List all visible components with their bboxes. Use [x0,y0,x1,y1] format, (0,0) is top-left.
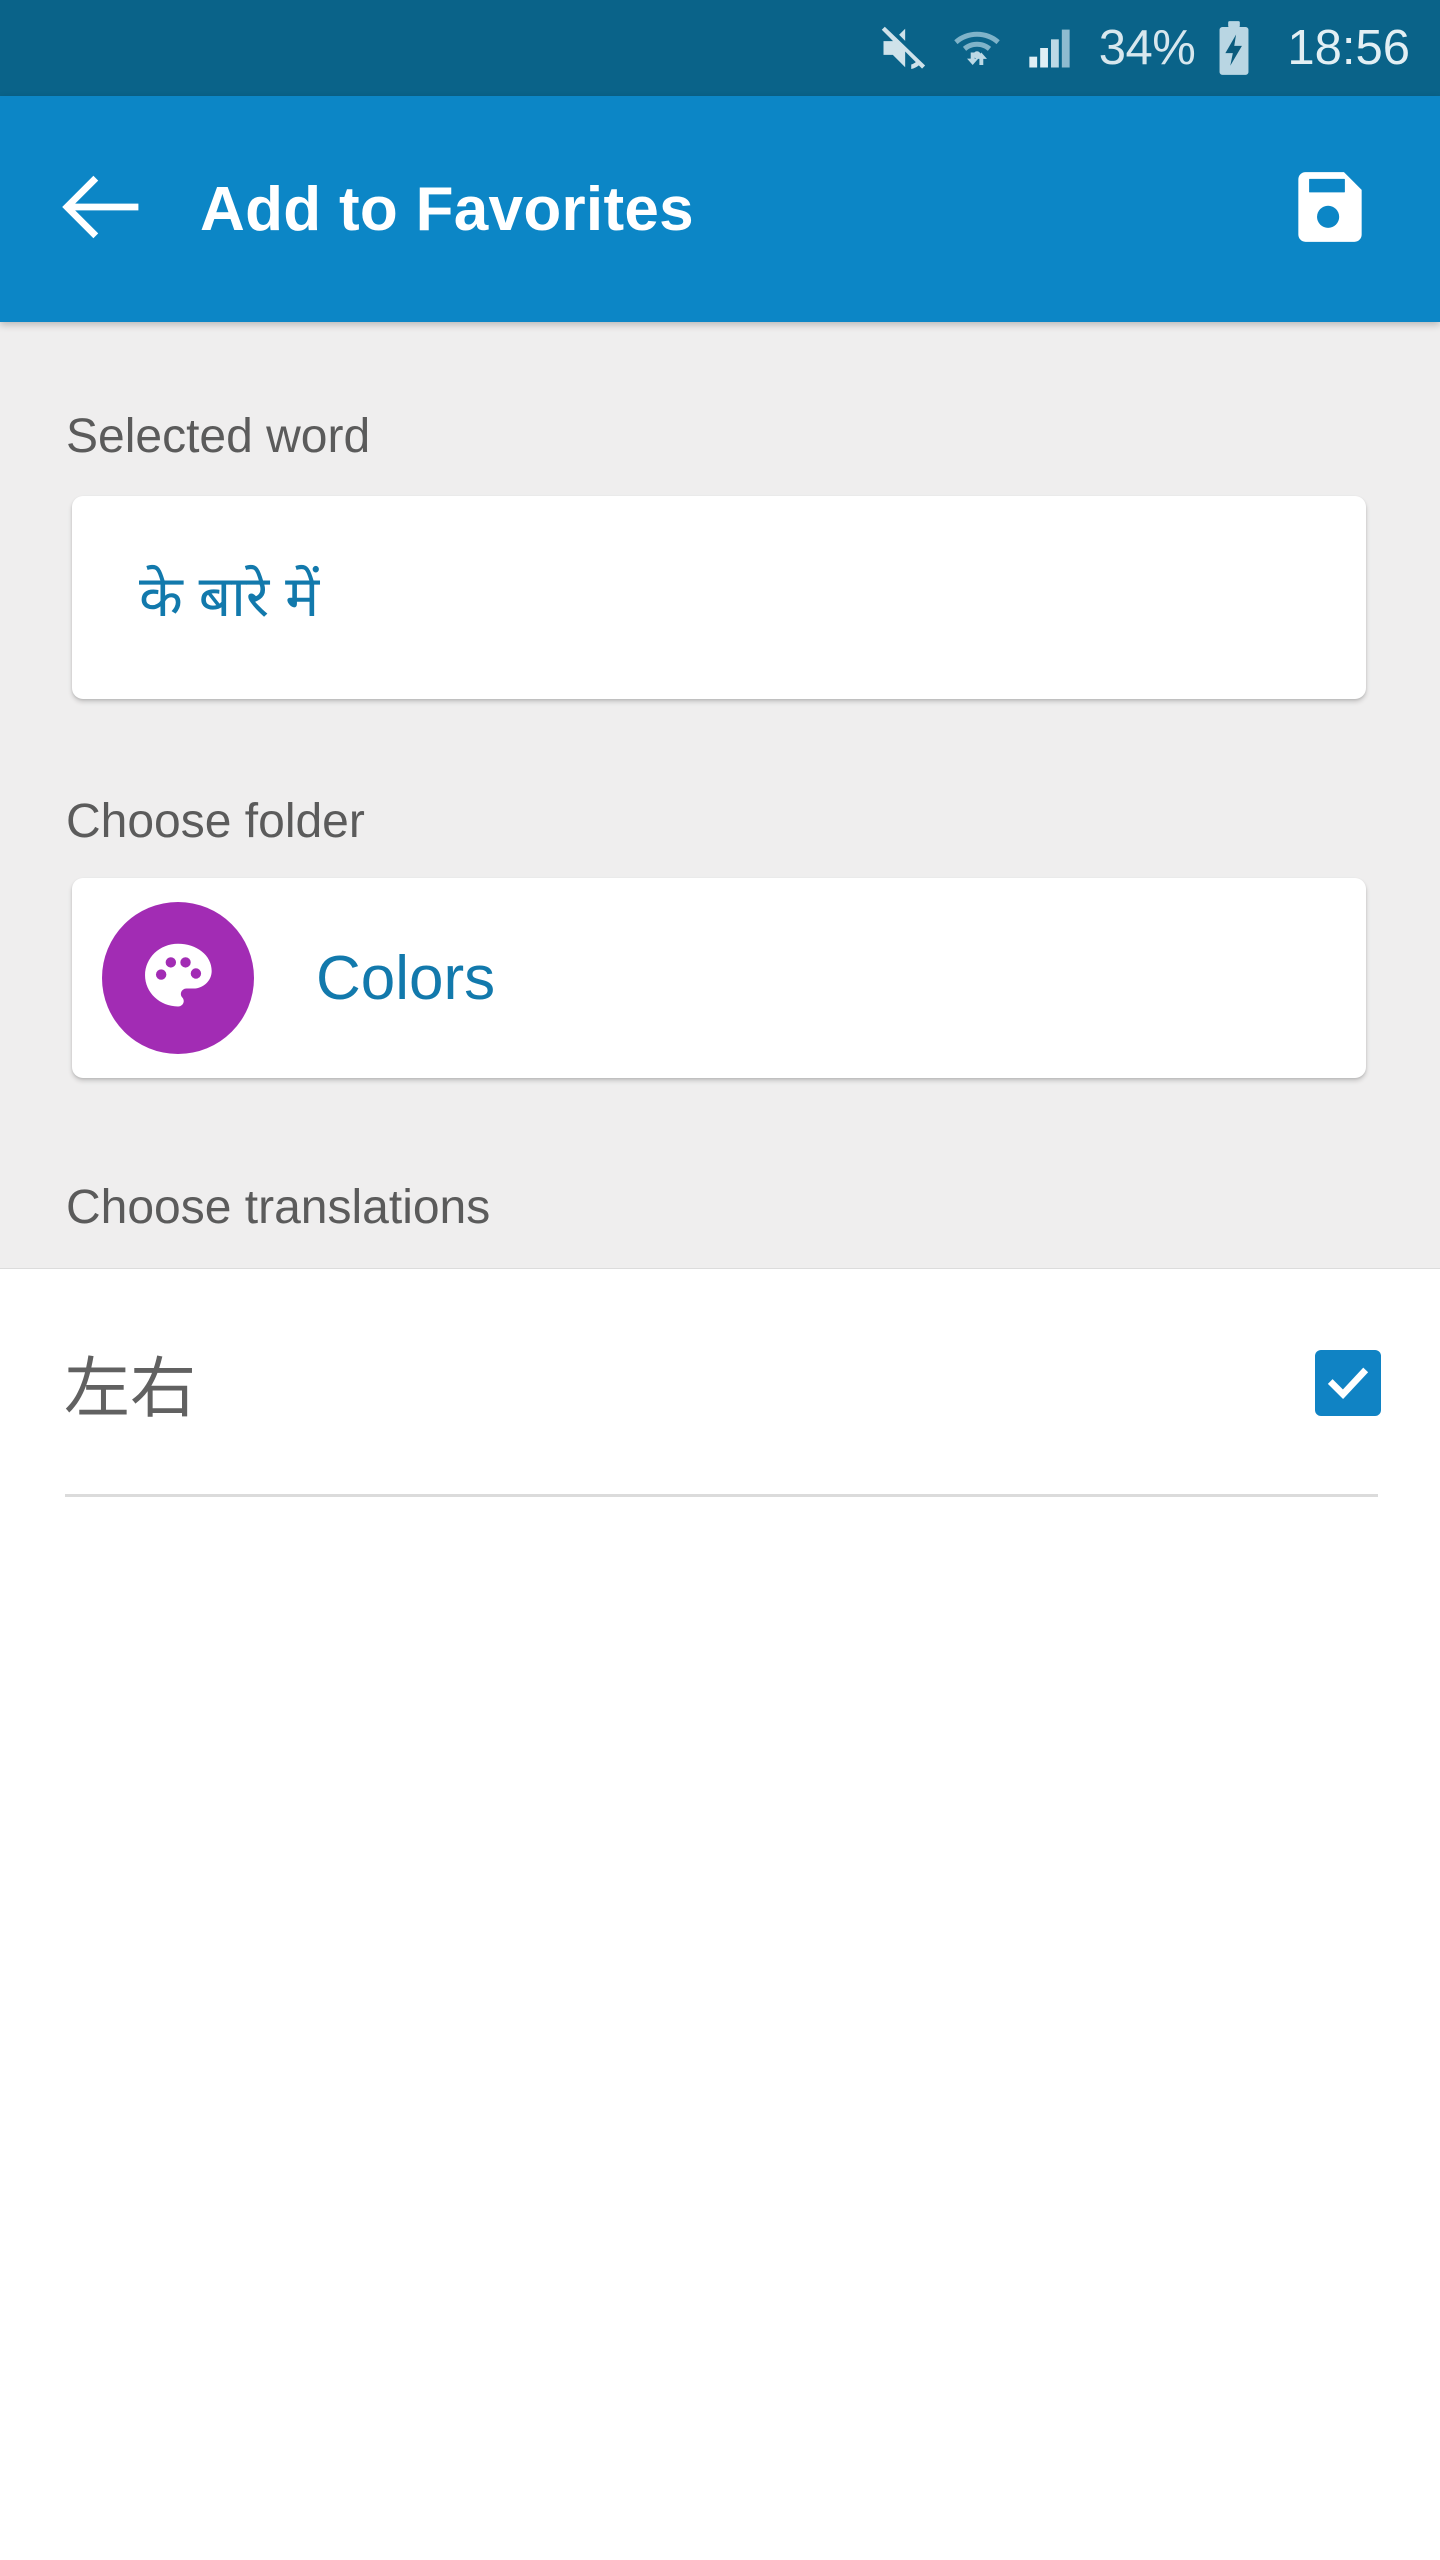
checkbox-checked-icon [1315,1350,1381,1416]
status-bar: 34% 18:56 [0,0,1440,96]
save-button[interactable] [1278,157,1382,261]
translation-checkbox[interactable] [1315,1350,1381,1416]
form-content: Selected word के बारे में Choose folder … [0,322,1440,1268]
selected-word-field[interactable]: के बारे में [72,496,1366,699]
screen-root: 34% 18:56 Add to Favorites Selected word… [0,0,1440,2560]
status-bar-icons: 34% 18:56 [877,20,1410,76]
app-bar: Add to Favorites [0,96,1440,322]
back-button[interactable] [48,154,158,264]
battery-percent-label: 34% [1098,20,1196,75]
choose-folder-label: Choose folder [66,795,365,848]
choose-translations-label: Choose translations [66,1181,491,1234]
palette-icon [135,933,221,1024]
page-title: Add to Favorites [200,174,694,244]
mute-icon [877,22,929,74]
selected-word-label: Selected word [66,410,371,463]
cellular-signal-icon [1025,22,1077,74]
battery-charging-icon [1213,20,1255,76]
folder-selector[interactable]: Colors [72,878,1366,1078]
translations-list: 左右 [0,1268,1440,2560]
row-divider [65,1494,1378,1497]
translation-row[interactable]: 左右 [0,1269,1440,1497]
folder-name-label: Colors [316,943,496,1013]
status-bar-clock: 18:56 [1287,20,1410,75]
wifi-icon [951,22,1003,74]
save-floppy-icon [1292,169,1368,250]
selected-word-value: के बारे में [139,564,320,629]
translation-text: 左右 [64,1351,196,1425]
folder-avatar [102,902,254,1054]
back-arrow-icon [55,159,151,260]
